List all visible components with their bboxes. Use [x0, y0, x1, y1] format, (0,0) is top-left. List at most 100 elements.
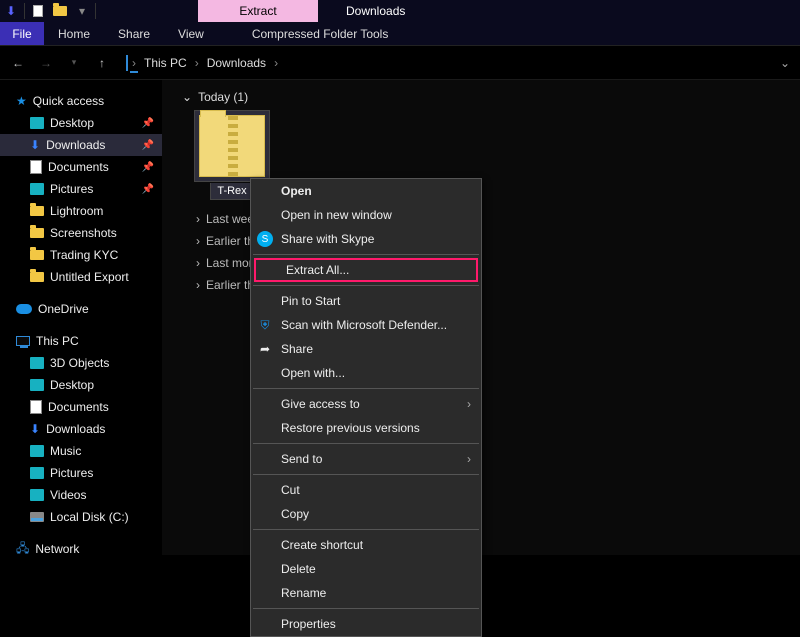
menu-separator [253, 443, 479, 444]
qa-overflow-icon[interactable]: ▾ [71, 0, 93, 22]
sidebar-item-downloads[interactable]: ⬇Downloads📌 [0, 134, 162, 156]
sidebar-network[interactable]: 🖧Network [0, 538, 162, 555]
history-dropdown[interactable]: ▾ [64, 53, 84, 73]
videos-icon [30, 489, 44, 501]
folder-icon [30, 206, 44, 216]
desktop-icon [30, 379, 44, 391]
address-bar[interactable]: › This PC › Downloads › ⌄ [120, 54, 792, 72]
zip-icon [199, 115, 265, 177]
nav-bar: ← → ▾ ↑ › This PC › Downloads › ⌄ [0, 46, 800, 80]
breadcrumb-thispc[interactable]: This PC [140, 54, 191, 72]
menu-share[interactable]: ➦Share [251, 337, 481, 361]
3d-icon [30, 357, 44, 369]
new-doc-icon[interactable] [27, 0, 49, 22]
folder-icon [30, 228, 44, 238]
window-title: Downloads [346, 4, 405, 18]
menu-create-shortcut[interactable]: Create shortcut [251, 533, 481, 557]
ribbon-home[interactable]: Home [44, 22, 104, 45]
app-icon: ⬇ [0, 0, 22, 22]
menu-open[interactable]: Open [251, 179, 481, 203]
menu-extract-all[interactable]: Extract All... [254, 258, 478, 282]
sidebar-item-pictures2[interactable]: Pictures [0, 462, 162, 484]
menu-pin-start[interactable]: Pin to Start [251, 289, 481, 313]
ribbon-compressed-tools[interactable]: Compressed Folder Tools [238, 22, 403, 45]
sidebar-item-3dobjects[interactable]: 3D Objects [0, 352, 162, 374]
up-button[interactable]: ↑ [92, 53, 112, 73]
context-menu: Open Open in new window SShare with Skyp… [250, 178, 482, 637]
sidebar-item-untitled-export[interactable]: Untitled Export [0, 266, 162, 288]
shield-icon: ⛨ [257, 317, 273, 333]
pin-icon: 📌 [142, 140, 154, 151]
sidebar-thispc[interactable]: This PC [0, 330, 162, 352]
menu-open-with[interactable]: Open with... [251, 361, 481, 385]
sidebar-item-downloads2[interactable]: ⬇Downloads [0, 418, 162, 440]
sidebar-item-desktop[interactable]: Desktop📌 [0, 112, 162, 134]
ribbon-share[interactable]: Share [104, 22, 164, 45]
menu-send-to[interactable]: Send to› [251, 447, 481, 471]
download-icon: ⬇ [30, 138, 40, 152]
menu-copy[interactable]: Copy [251, 502, 481, 526]
cloud-icon [16, 304, 32, 314]
forward-button[interactable]: → [36, 53, 56, 73]
menu-open-new-window[interactable]: Open in new window [251, 203, 481, 227]
pin-icon: 📌 [142, 118, 154, 129]
sidebar-item-lightroom[interactable]: Lightroom [0, 200, 162, 222]
skype-icon: S [257, 231, 273, 247]
share-icon: ➦ [257, 341, 273, 357]
ribbon-view[interactable]: View [164, 22, 218, 45]
pc-icon [126, 56, 128, 70]
chevron-right-icon: › [467, 397, 471, 411]
sidebar-item-tradingkyc[interactable]: Trading KYC [0, 244, 162, 266]
chevron-right-icon: › [196, 278, 200, 292]
menu-separator [253, 529, 479, 530]
pin-icon: 📌 [142, 162, 154, 173]
desktop-icon [30, 117, 44, 129]
menu-delete[interactable]: Delete [251, 557, 481, 581]
sidebar-item-music[interactable]: Music [0, 440, 162, 462]
music-icon [30, 445, 44, 457]
pin-icon: 📌 [142, 184, 154, 195]
group-today[interactable]: ⌄Today (1) [172, 86, 790, 110]
sidebar-item-localdisk[interactable]: Local Disk (C:) [0, 506, 162, 528]
menu-separator [253, 285, 479, 286]
menu-give-access[interactable]: Give access to› [251, 392, 481, 416]
address-dropdown-icon[interactable]: ⌄ [780, 56, 790, 70]
sidebar: ★Quick access Desktop📌 ⬇Downloads📌 Docum… [0, 80, 162, 555]
menu-separator [253, 254, 479, 255]
documents-icon [30, 400, 42, 414]
ribbon-context-tab[interactable]: Extract [198, 0, 318, 22]
menu-share-skype[interactable]: SShare with Skype [251, 227, 481, 251]
menu-separator [253, 608, 479, 609]
file-label: T-Rex [210, 183, 253, 200]
chevron-right-icon: › [195, 56, 199, 70]
menu-properties[interactable]: Properties [251, 612, 481, 636]
ribbon: File Home Share View Compressed Folder T… [0, 22, 800, 46]
folder-icon [30, 250, 44, 260]
star-icon: ★ [16, 94, 27, 108]
folder-quick-icon[interactable] [49, 0, 71, 22]
menu-cut[interactable]: Cut [251, 478, 481, 502]
ribbon-file[interactable]: File [0, 22, 44, 45]
breadcrumb-downloads[interactable]: Downloads [203, 54, 270, 72]
menu-rename[interactable]: Rename [251, 581, 481, 605]
back-button[interactable]: ← [8, 53, 28, 73]
sidebar-onedrive[interactable]: OneDrive [0, 298, 162, 320]
documents-icon [30, 160, 42, 174]
menu-scan-defender[interactable]: ⛨Scan with Microsoft Defender... [251, 313, 481, 337]
chevron-right-icon: › [467, 452, 471, 466]
sidebar-item-documents2[interactable]: Documents [0, 396, 162, 418]
sidebar-quick-access[interactable]: ★Quick access [0, 90, 162, 112]
menu-separator [253, 388, 479, 389]
sidebar-item-desktop2[interactable]: Desktop [0, 374, 162, 396]
sidebar-item-documents[interactable]: Documents📌 [0, 156, 162, 178]
chevron-right-icon: › [196, 212, 200, 226]
pc-icon [16, 336, 30, 346]
menu-separator [253, 474, 479, 475]
sidebar-item-screenshots[interactable]: Screenshots [0, 222, 162, 244]
menu-restore-versions[interactable]: Restore previous versions [251, 416, 481, 440]
sidebar-item-pictures[interactable]: Pictures📌 [0, 178, 162, 200]
sidebar-item-videos[interactable]: Videos [0, 484, 162, 506]
pictures-icon [30, 467, 44, 479]
download-icon: ⬇ [30, 422, 40, 436]
pictures-icon [30, 183, 44, 195]
